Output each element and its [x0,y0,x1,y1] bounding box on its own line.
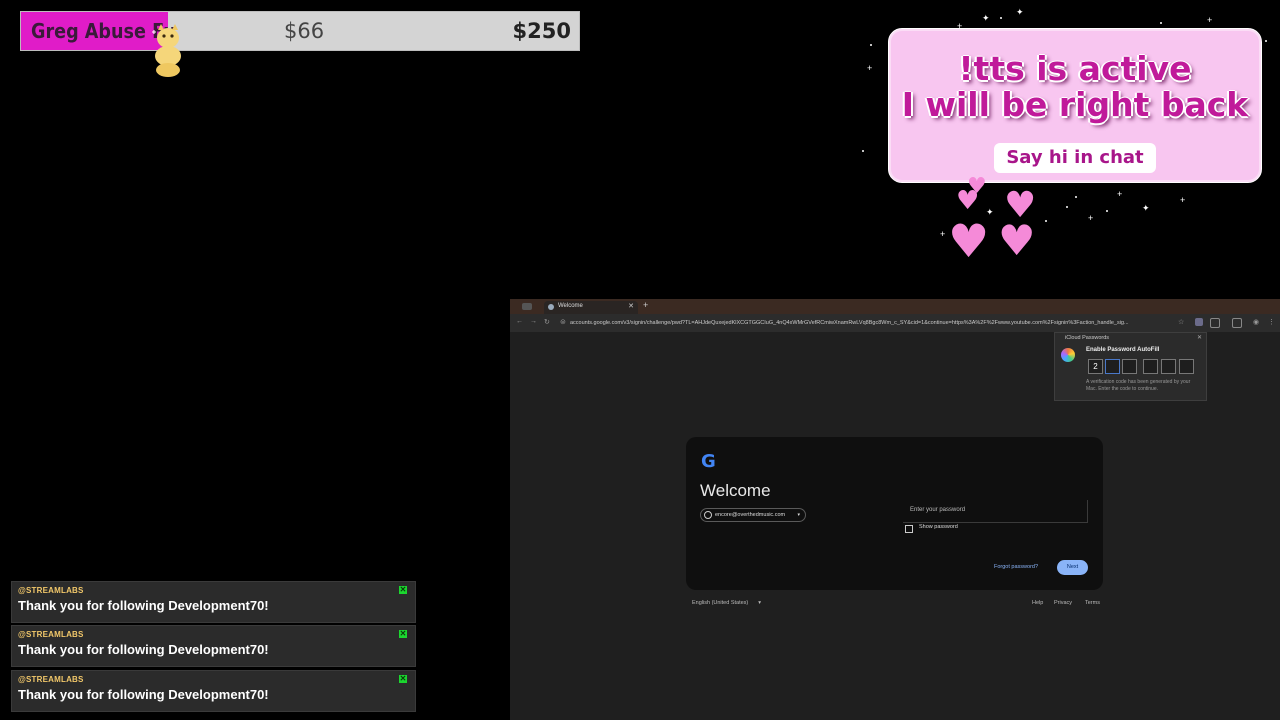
goal-current-amount: $66 [284,19,325,43]
alert-source: @STREAMLABS [18,586,84,595]
brb-card: !tts is active I will be right back Say … [888,28,1262,183]
show-password-checkbox[interactable] [905,525,913,533]
brb-line-1: !tts is active [958,49,1192,88]
site-info-icon[interactable]: ⊜ [560,318,566,326]
popup-header: iCloud Passwords [1065,335,1110,341]
tab-overview-icon[interactable] [522,303,532,310]
account-circle-icon [704,511,712,519]
extensions-icon[interactable] [1210,318,1220,328]
alert-message: Thank you for following Development70! [18,598,269,613]
sidebar-icon[interactable] [1232,318,1242,328]
address-bar: ← → ↻ ⊜ accounts.google.com/v3/signin/ch… [510,314,1280,332]
code-digit-box[interactable] [1105,359,1120,374]
close-icon[interactable]: ✕ [399,675,407,683]
popup-note: A verification code has been generated b… [1086,379,1191,392]
chevron-down-icon: ▾ [758,600,762,606]
tab-close-icon[interactable]: ✕ [628,302,634,310]
forgot-password-link[interactable]: Forgot password? [994,564,1038,570]
forward-icon[interactable]: → [530,318,537,325]
new-tab-icon[interactable]: + [643,300,648,310]
show-password-label: Show password [919,524,958,530]
language-select[interactable]: English (United States) ▾ [692,600,761,606]
code-digit-box[interactable] [1143,359,1158,374]
keychain-icon [1061,348,1075,362]
help-link[interactable]: Help [1032,600,1043,606]
terms-link[interactable]: Terms [1085,600,1100,606]
reload-icon[interactable]: ↻ [544,318,550,326]
passwords-extension-icon[interactable] [1195,318,1203,326]
close-icon[interactable]: ✕ [399,586,407,594]
code-digit-box[interactable]: 2 [1088,359,1103,374]
mascot-sprite-icon [152,24,181,77]
account-email: encore@overthedmusic.com [715,512,786,518]
tab-title: Welcome [558,303,583,309]
say-hi-chip: Say hi in chat [994,143,1156,173]
google-logo-icon: G [701,451,716,472]
heart-icon: ♥ [948,214,990,268]
donation-goal-bar: Greg Abuse Fu $66 $250 [20,11,580,51]
back-icon[interactable]: ← [516,318,523,325]
menu-icon[interactable]: ⋮ [1268,318,1275,326]
heart-icon: ♥ [998,216,1036,265]
url-field[interactable]: accounts.google.com/v3/signin/challenge/… [570,317,1180,329]
google-signin-card: G Welcome encore@overthedmusic.com ▾ Ent… [686,437,1103,590]
browser-window: Welcome ✕ + ← → ↻ ⊜ accounts.google.com/… [510,299,1280,720]
alert-message: Thank you for following Development70! [18,642,269,657]
follow-alert: @STREAMLABS Thank you for following Deve… [11,670,416,712]
tab-welcome[interactable]: Welcome ✕ [544,301,638,314]
signin-heading: Welcome [700,481,771,500]
heart-icon: ♥ [967,174,987,199]
alert-message: Thank you for following Development70! [18,687,269,702]
bookmark-star-icon[interactable]: ☆ [1178,318,1184,326]
privacy-link[interactable]: Privacy [1054,600,1072,606]
goal-target-amount: $250 [512,19,571,43]
language-label: English (United States) [692,600,749,606]
code-digit-box[interactable] [1161,359,1176,374]
close-icon[interactable]: ✕ [399,630,407,638]
follow-alert: @STREAMLABS Thank you for following Deve… [11,581,416,623]
popup-title: Enable Password AutoFill [1086,347,1160,353]
follow-alert: @STREAMLABS Thank you for following Deve… [11,625,416,667]
close-icon[interactable]: ✕ [1197,334,1202,341]
google-favicon-icon [548,304,554,310]
password-field[interactable]: Enter your password [903,500,1088,523]
profile-icon[interactable]: ◉ [1253,318,1259,326]
next-button[interactable]: Next [1057,560,1088,575]
code-digit-box[interactable] [1122,359,1137,374]
alert-source: @STREAMLABS [18,630,84,639]
alert-source: @STREAMLABS [18,675,84,684]
code-digit-box[interactable] [1179,359,1194,374]
tab-bar: Welcome ✕ + [510,299,1280,314]
icloud-passwords-popup: iCloud Passwords ✕ Enable Password AutoF… [1054,332,1207,401]
chevron-down-icon: ▾ [797,512,800,518]
account-chip[interactable]: encore@overthedmusic.com ▾ [700,508,806,522]
password-placeholder: Enter your password [910,507,966,513]
brb-line-2: I will be right back [901,85,1249,124]
